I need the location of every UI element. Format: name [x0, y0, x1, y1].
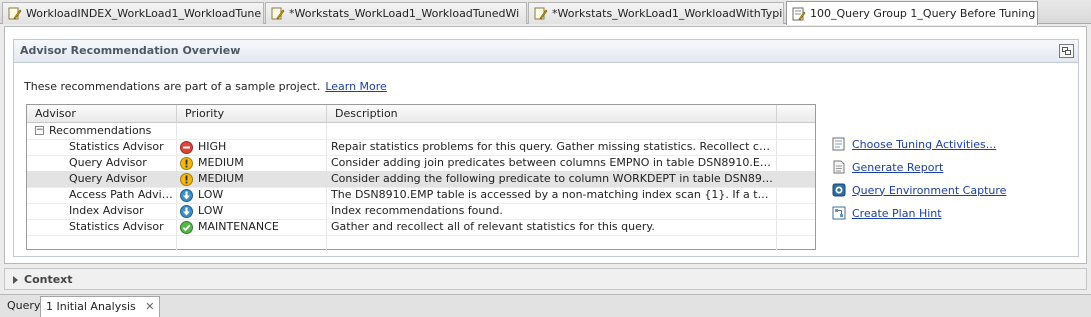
priority-label: MEDIUM: [198, 172, 244, 185]
query-edit-icon: [792, 7, 806, 20]
section-title: Advisor Recommendation Overview: [20, 44, 241, 57]
table-row[interactable]: Access Path Advisor LOW The DSN8910.EMP …: [27, 187, 815, 203]
table-row[interactable]: Statistics Advisor HIGH Repair statistic…: [27, 139, 815, 155]
report-icon: [833, 160, 845, 174]
workload-edit-icon: [8, 7, 22, 19]
restore-icon[interactable]: [1059, 44, 1074, 58]
priority-cell: HIGH: [177, 139, 325, 155]
priority-label: LOW: [198, 204, 224, 217]
workload-edit-icon: [271, 7, 285, 19]
editor-tab-label: *Workstats_WorkLoad1_WorkloadWithTypi: [552, 7, 783, 20]
learn-more-link[interactable]: Learn More: [325, 80, 387, 93]
editor-tab-workstats-tuned[interactable]: *Workstats_WorkLoad1_WorkloadTunedWi: [265, 2, 527, 24]
table-row-selected[interactable]: Query Advisor MEDIUM Consider adding the…: [27, 171, 815, 187]
context-section[interactable]: Context: [4, 268, 1087, 290]
intro-line: These recommendations are part of a samp…: [24, 80, 387, 93]
medium-priority-icon: [180, 172, 193, 186]
priority-label: MEDIUM: [198, 156, 244, 169]
plan-hint-icon: [832, 206, 846, 220]
expand-arrow-icon[interactable]: [13, 276, 18, 284]
generate-report-link[interactable]: Generate Report: [832, 159, 943, 175]
low-priority-icon: [180, 188, 193, 202]
action-label[interactable]: Choose Tuning Activities...: [852, 138, 996, 151]
choose-tuning-activities-link[interactable]: Choose Tuning Activities...: [832, 136, 996, 152]
section-header: Advisor Recommendation Overview: [13, 39, 1079, 63]
priority-cell: MEDIUM: [177, 155, 325, 171]
editor-tab-workstats-typical[interactable]: *Workstats_WorkLoad1_WorkloadWithTypi: [528, 2, 784, 24]
advisor-cell: Statistics Advisor: [69, 220, 164, 233]
priority-label: LOW: [198, 188, 224, 201]
context-title: Context: [24, 273, 73, 286]
description-cell: Index recommendations found.: [331, 204, 503, 217]
table-row[interactable]: Index Advisor LOW Index recommendations …: [27, 203, 815, 219]
tuning-activities-icon: [832, 137, 845, 151]
editor-tab-label: *Workstats_WorkLoad1_WorkloadTunedWi: [289, 7, 520, 20]
action-label[interactable]: Create Plan Hint: [852, 207, 942, 220]
editor-tab-query-before-tuning[interactable]: 100_Query Group 1_Query Before Tuning ✕: [786, 1, 1038, 25]
table-header: Advisor Priority Description: [27, 105, 815, 123]
query-environment-capture-link[interactable]: Query Environment Capture: [832, 182, 1006, 198]
editor-tab-bar: WorkloadINDEX_WorkLoad1_WorkloadTune *Wo…: [0, 0, 1091, 25]
medium-priority-icon: [180, 156, 193, 170]
advisor-cell: Query Advisor: [69, 156, 147, 169]
low-priority-icon: [180, 204, 193, 218]
description-cell: Repair statistics problems for this quer…: [331, 140, 773, 153]
priority-cell: LOW: [177, 187, 325, 203]
column-header-advisor[interactable]: Advisor: [27, 105, 177, 123]
row-divider: [27, 235, 815, 236]
bottom-tab-bar: Query 1 Initial Analysis ✕: [0, 294, 1091, 317]
priority-cell: LOW: [177, 203, 325, 219]
editor-content: Advisor Recommendation Overview These re…: [4, 26, 1087, 264]
column-header-description[interactable]: Description: [327, 105, 777, 123]
editor-tab-label: WorkloadINDEX_WorkLoad1_WorkloadTune: [26, 7, 262, 20]
editor-tab-label: 100_Query Group 1_Query Before Tuning: [810, 7, 1036, 20]
priority-label: HIGH: [198, 140, 227, 153]
table-row[interactable]: Statistics Advisor MAINTENANCE Gather an…: [27, 219, 815, 235]
advisor-cell: Access Path Advisor: [69, 188, 175, 201]
priority-cell: MEDIUM: [177, 171, 325, 187]
priority-cell: MAINTENANCE: [177, 219, 325, 235]
priority-label: MAINTENANCE: [198, 220, 279, 233]
collapse-icon[interactable]: −: [35, 126, 44, 135]
action-label[interactable]: Query Environment Capture: [852, 184, 1006, 197]
description-cell: Consider adding the following predicate …: [331, 172, 773, 185]
table-group-row[interactable]: − Recommendations: [27, 123, 815, 139]
high-priority-icon: [180, 140, 193, 154]
advisor-cell: Index Advisor: [69, 204, 144, 217]
section-body: These recommendations are part of a samp…: [13, 63, 1079, 257]
create-plan-hint-link[interactable]: Create Plan Hint: [832, 205, 942, 221]
group-label: Recommendations: [49, 124, 152, 137]
column-header-priority[interactable]: Priority: [177, 105, 327, 123]
advisor-cell: Query Advisor: [69, 172, 147, 185]
intro-text: These recommendations are part of a samp…: [24, 80, 321, 93]
editor-tab-workload-index[interactable]: WorkloadINDEX_WorkLoad1_WorkloadTune: [2, 2, 264, 24]
close-icon[interactable]: ✕: [145, 300, 154, 313]
description-cell: Consider adding join predicates between …: [331, 156, 773, 169]
description-cell: The DSN8910.EMP table is accessed by a n…: [331, 188, 773, 201]
environment-capture-icon: [832, 183, 846, 197]
tab-initial-analysis[interactable]: 1 Initial Analysis ✕: [40, 296, 161, 317]
table-row[interactable]: Query Advisor MEDIUM Consider adding joi…: [27, 155, 815, 171]
advisor-cell: Statistics Advisor: [69, 140, 164, 153]
action-label[interactable]: Generate Report: [852, 161, 943, 174]
description-cell: Gather and recollect all of relevant sta…: [331, 220, 655, 233]
maintenance-priority-icon: [180, 220, 193, 234]
workload-edit-icon: [534, 7, 548, 19]
tab-label: 1 Initial Analysis: [46, 300, 136, 313]
recommendations-table: Advisor Priority Description − Recommend…: [26, 104, 816, 251]
